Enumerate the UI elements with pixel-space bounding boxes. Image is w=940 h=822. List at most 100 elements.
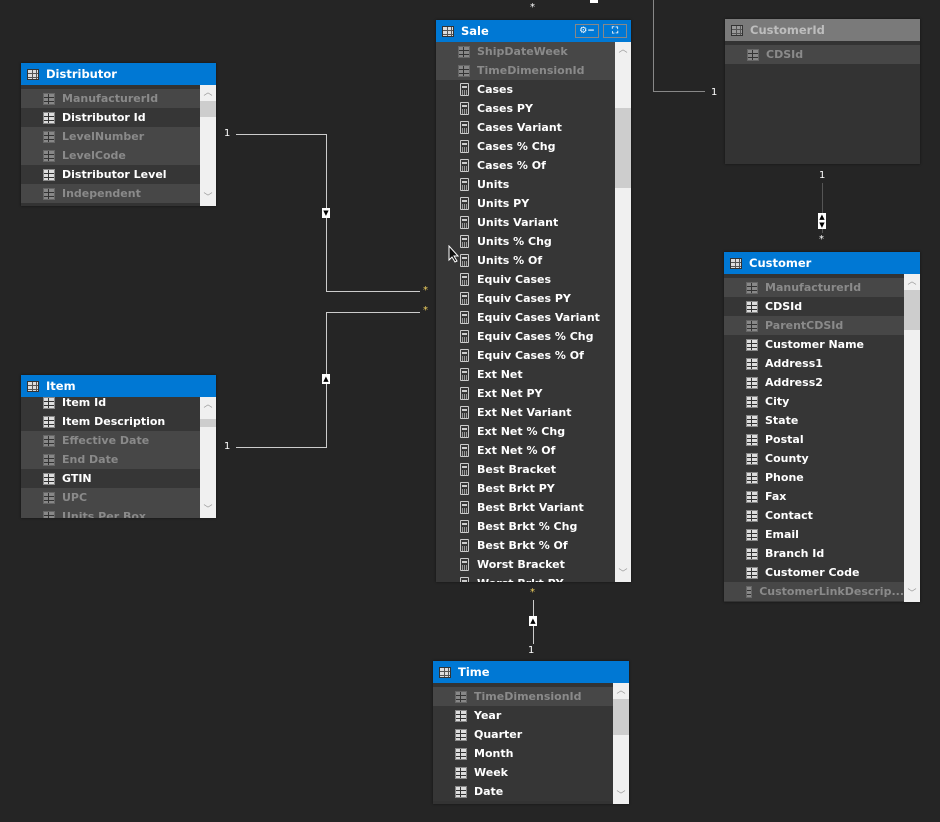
field-row[interactable]: Best Brkt % Chg: [436, 517, 615, 536]
field-row[interactable]: Units Variant: [436, 213, 615, 232]
field-row[interactable]: Ext Net % Of: [436, 441, 615, 460]
field-row[interactable]: Best Brkt Variant: [436, 498, 615, 517]
field-row[interactable]: LevelCode: [21, 146, 200, 165]
field-row[interactable]: Units PY: [436, 194, 615, 213]
field-row[interactable]: Fax: [724, 487, 904, 506]
scrollbar-thumb[interactable]: [615, 108, 631, 188]
scroll-down-icon[interactable]: ﹀: [904, 586, 920, 602]
scrollbar[interactable]: ︿ ﹀: [904, 274, 920, 602]
field-row[interactable]: Item Description: [21, 412, 200, 431]
field-row[interactable]: ParentCDSId: [724, 316, 904, 335]
table-time[interactable]: Time TimeDimensionId Year Quarter Month Week D…: [433, 661, 629, 804]
scrollbar[interactable]: ︿ ﹀: [613, 683, 629, 804]
field-row[interactable]: TimeDimensionId: [433, 687, 613, 706]
field-row[interactable]: Item Id: [21, 397, 200, 412]
field-row[interactable]: Week: [433, 763, 613, 782]
field-row[interactable]: Ext Net PY: [436, 384, 615, 403]
field-row[interactable]: Cases PY: [436, 99, 615, 118]
field-row[interactable]: ManufacturerId: [724, 278, 904, 297]
field-row[interactable]: Address2: [724, 373, 904, 392]
scroll-up-icon[interactable]: ︿: [613, 683, 629, 699]
scrollbar[interactable]: ︿ ﹀: [615, 42, 631, 582]
field-row[interactable]: Phone: [724, 468, 904, 487]
field-row[interactable]: Cases % Chg: [436, 137, 615, 156]
field-row[interactable]: Units: [436, 175, 615, 194]
field-row[interactable]: Best Brkt PY: [436, 479, 615, 498]
scrollbar[interactable]: ︿ ﹀: [200, 397, 216, 518]
field-row[interactable]: TimeDimensionId: [436, 61, 615, 80]
field-row[interactable]: Ext Net: [436, 365, 615, 384]
field-row[interactable]: Best Brkt % Of: [436, 536, 615, 555]
field-row[interactable]: CDSId: [724, 297, 904, 316]
field-row[interactable]: Customer Code: [724, 563, 904, 582]
table-header[interactable]: Sale ⚙− ⛶: [436, 20, 631, 42]
field-row[interactable]: Units % Chg: [436, 232, 615, 251]
field-row[interactable]: Date: [433, 782, 613, 801]
field-row[interactable]: Contact: [724, 506, 904, 525]
field-row[interactable]: City: [724, 392, 904, 411]
field-row[interactable]: Ext Net % Chg: [436, 422, 615, 441]
field-row[interactable]: Postal: [724, 430, 904, 449]
scroll-up-icon[interactable]: ︿: [200, 85, 216, 101]
table-customer[interactable]: Customer ManufacturerId CDSId ParentCDSId Cu…: [724, 252, 920, 602]
field-row[interactable]: Distributor Id: [21, 108, 200, 127]
table-header[interactable]: Customer: [724, 252, 920, 274]
scroll-down-icon[interactable]: ﹀: [613, 788, 629, 804]
field-row[interactable]: Month: [433, 744, 613, 763]
table-item[interactable]: Item Item Id Item Description Effective Dat…: [21, 375, 216, 518]
field-row[interactable]: Equiv Cases: [436, 270, 615, 289]
scroll-down-icon[interactable]: ﹀: [200, 190, 216, 206]
scroll-up-icon[interactable]: ︿: [904, 274, 920, 290]
table-header[interactable]: Distributor: [21, 63, 216, 85]
field-row[interactable]: Customer Name: [724, 335, 904, 354]
table-customerid[interactable]: CustomerId CDSId: [725, 19, 920, 164]
field-row[interactable]: Year: [433, 706, 613, 725]
field-row[interactable]: County: [724, 449, 904, 468]
field-row[interactable]: Address1: [724, 354, 904, 373]
field-row[interactable]: Units Per Box: [21, 507, 200, 518]
field-row[interactable]: ShipDateWeek: [436, 42, 615, 61]
field-row[interactable]: Ext Net Variant: [436, 403, 615, 422]
field-row[interactable]: Cases Variant: [436, 118, 615, 137]
scroll-up-icon[interactable]: ︿: [615, 42, 631, 58]
field-row[interactable]: Email: [724, 525, 904, 544]
field-row[interactable]: Effective Date: [21, 431, 200, 450]
field-row[interactable]: Worst Brkt PY: [436, 574, 615, 582]
table-sale[interactable]: Sale ⚙− ⛶ ShipDateWeek TimeDimensionId Cases C…: [436, 20, 631, 582]
field-row[interactable]: CustomerLinkDescrip...: [724, 582, 904, 601]
field-row[interactable]: CDSId: [725, 45, 920, 64]
field-row[interactable]: Quarter: [433, 725, 613, 744]
field-row[interactable]: GTIN: [21, 469, 200, 488]
field-row[interactable]: LevelNumber: [21, 127, 200, 146]
field-row[interactable]: Worst Bracket: [436, 555, 615, 574]
table-header[interactable]: CustomerId: [725, 19, 920, 41]
field-row[interactable]: Equiv Cases % Chg: [436, 327, 615, 346]
scrollbar[interactable]: ︿ ﹀: [200, 85, 216, 206]
field-row[interactable]: Cases % Of: [436, 156, 615, 175]
field-row[interactable]: Cases: [436, 80, 615, 99]
table-header[interactable]: Time: [433, 661, 629, 683]
field-row[interactable]: End Date: [21, 450, 200, 469]
scrollbar-thumb[interactable]: [200, 101, 216, 117]
field-row[interactable]: Distributor Level: [21, 165, 200, 184]
field-row[interactable]: State: [724, 411, 904, 430]
field-row[interactable]: Equiv Cases % Of: [436, 346, 615, 365]
field-row[interactable]: Best Bracket: [436, 460, 615, 479]
maximize-button[interactable]: ⛶: [603, 24, 627, 38]
scrollbar-thumb[interactable]: [613, 699, 629, 735]
field-row[interactable]: Independent: [21, 184, 200, 203]
field-row[interactable]: Equiv Cases PY: [436, 289, 615, 308]
field-row[interactable]: Equiv Cases Variant: [436, 308, 615, 327]
collapse-hidden-button[interactable]: ⚙−: [575, 24, 599, 38]
table-header[interactable]: Item: [21, 375, 216, 397]
table-distributor[interactable]: Distributor ManufacturerId Distributor Id L…: [21, 63, 216, 206]
scroll-down-icon[interactable]: ﹀: [615, 566, 631, 582]
scroll-up-icon[interactable]: ︿: [200, 397, 216, 413]
scrollbar-thumb[interactable]: [200, 419, 216, 427]
scrollbar-thumb[interactable]: [904, 290, 920, 330]
field-row[interactable]: Branch Id: [724, 544, 904, 563]
field-row[interactable]: UPC: [21, 488, 200, 507]
scroll-down-icon[interactable]: ﹀: [200, 502, 216, 518]
field-row[interactable]: Units % Of: [436, 251, 615, 270]
field-row[interactable]: ManufacturerId: [21, 89, 200, 108]
